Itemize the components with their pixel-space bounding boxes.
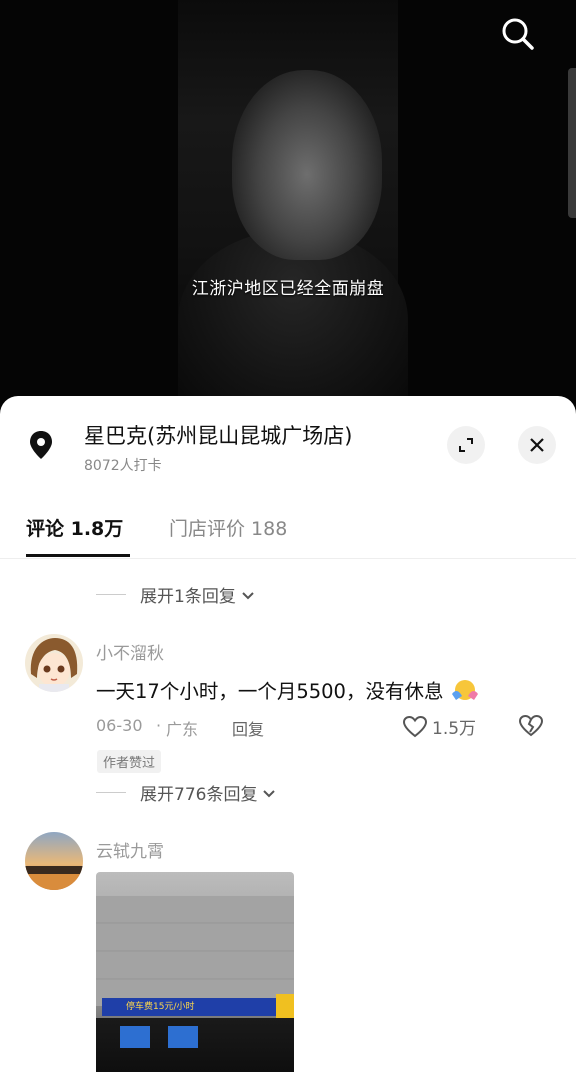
tab-comments[interactable]: 评论 1.8万 (26, 514, 123, 541)
location-pin-icon (30, 431, 52, 459)
heart-icon (402, 715, 428, 737)
comment-username[interactable]: 云轼九霄 (96, 837, 164, 862)
search-icon (502, 18, 534, 50)
divider (96, 792, 126, 793)
comment-location: 广东 (166, 720, 199, 739)
dislike-button[interactable] (518, 714, 544, 742)
comment-body: 一天17个小时，一个月5500，没有休息 (96, 680, 444, 703)
expand-replies-label: 展开776条回复 (140, 785, 258, 805)
store-name[interactable]: 星巴克(苏州昆山昆城广场店) (84, 420, 352, 450)
photo-window (168, 1026, 198, 1048)
photo-building-wall (96, 896, 294, 1006)
comment-photo[interactable]: 停车费15元/小时 (96, 872, 294, 1072)
broken-heart-icon (518, 714, 544, 737)
expand-button[interactable] (447, 426, 485, 464)
sunset-avatar-image (25, 832, 83, 890)
expand-replies-button[interactable]: 展开776条回复 (96, 780, 277, 805)
chevron-down-icon (242, 591, 254, 599)
photo-storefront (96, 1018, 294, 1072)
close-icon (530, 438, 544, 452)
search-button[interactable] (498, 14, 538, 54)
divider (96, 594, 126, 595)
video-scroll-indicator (568, 68, 576, 218)
video-person-face (232, 70, 382, 260)
emoji-icon (451, 680, 478, 700)
photo-sign: 停车费15元/小时 (102, 998, 288, 1016)
expand-replies-button[interactable]: 展开1条回复 (96, 582, 256, 607)
avatar[interactable] (25, 832, 83, 890)
active-tab-indicator (26, 554, 130, 557)
reply-button[interactable]: 回复 (232, 716, 264, 740)
store-header[interactable]: 星巴克(苏州昆山昆城广场店) 8072人打卡 (0, 396, 576, 496)
anime-avatar-image (25, 634, 83, 692)
comment-text: 一天17个小时，一个月5500，没有休息 (96, 675, 480, 704)
expand-icon (459, 438, 473, 452)
tab-store-reviews[interactable]: 门店评价 188 (169, 514, 287, 541)
chevron-down-icon (263, 789, 276, 797)
comment-username[interactable]: 小不溜秋 (96, 639, 164, 664)
avatar[interactable] (25, 634, 83, 692)
expand-replies-label: 展开1条回复 (140, 587, 236, 607)
like-count: 1.5万 (432, 719, 477, 739)
photo-sign-accent (276, 994, 294, 1018)
store-checkin-count: 8072人打卡 (84, 458, 162, 474)
close-button[interactable] (518, 426, 556, 464)
tab-bar: 评论 1.8万 门店评价 188 (0, 496, 576, 559)
video-player[interactable]: 江浙沪地区已经全面崩盘 (0, 0, 576, 410)
comment-location-dot: · (156, 716, 162, 735)
author-liked-badge: 作者赞过 (97, 750, 162, 773)
comment-date: 06-30 (96, 716, 143, 735)
photo-window (120, 1026, 150, 1048)
like-button[interactable]: 1.5万 (402, 714, 476, 739)
video-subtitle: 江浙沪地区已经全面崩盘 (191, 279, 385, 299)
comment-sheet: 星巴克(苏州昆山昆城广场店) 8072人打卡 评论 1.8万 门店评价 188 … (0, 396, 576, 1072)
